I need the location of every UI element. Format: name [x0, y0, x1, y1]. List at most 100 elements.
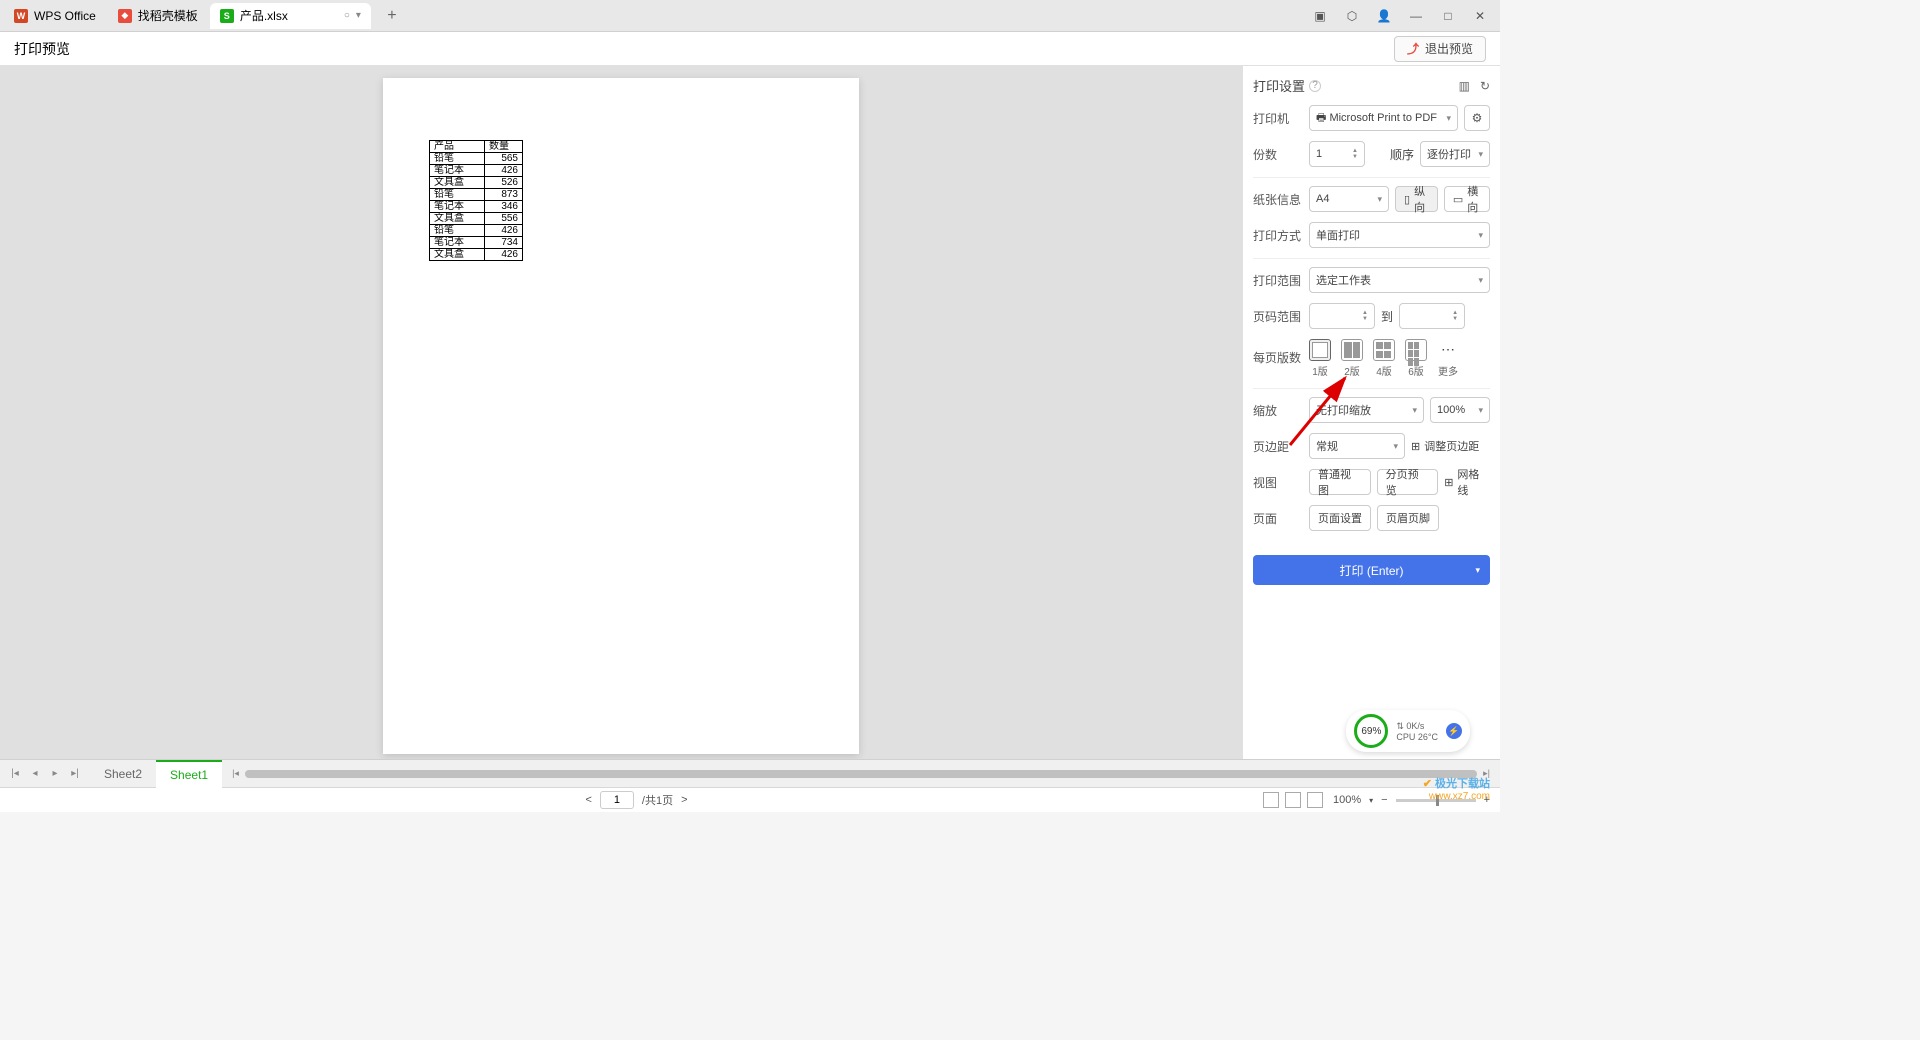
layout-1[interactable]: 1版	[1309, 339, 1331, 378]
accel-icon[interactable]: ⚡	[1446, 723, 1462, 739]
page-number-input[interactable]	[600, 791, 634, 809]
exit-preview-button[interactable]: ⤴ 退出预览	[1394, 36, 1486, 62]
sheet-tab-sheet1[interactable]: Sheet1	[156, 760, 222, 788]
table-row: 文具盒556	[430, 213, 523, 225]
maximize-button[interactable]: □	[1432, 0, 1464, 32]
table-row: 文具盒426	[430, 249, 523, 261]
layout-4[interactable]: 4版	[1373, 339, 1395, 378]
cpu-ring: 69%	[1354, 714, 1388, 748]
refresh-icon[interactable]: ↻	[1480, 79, 1490, 93]
range-label: 打印范围	[1253, 272, 1303, 289]
next-sheet-button[interactable]: ▸	[46, 765, 64, 783]
zoom-value: 100%	[1333, 794, 1361, 806]
col-header: 产品	[430, 141, 485, 153]
duplex-select[interactable]: 单面打印▾	[1309, 222, 1490, 248]
zoom-caret[interactable]: ▾	[1369, 796, 1373, 805]
header-footer-button[interactable]: 页眉页脚	[1377, 505, 1439, 531]
normal-view-button[interactable]: 普通视图	[1309, 469, 1371, 495]
to-label: 到	[1381, 308, 1393, 325]
prev-sheet-button[interactable]: ◂	[26, 765, 44, 783]
layout-more[interactable]: ⋯更多	[1437, 339, 1459, 378]
scale-percent-select[interactable]: 100%▾	[1430, 397, 1490, 423]
last-sheet-button[interactable]: ▸|	[66, 765, 84, 783]
printer-select[interactable]: 🖶 Microsoft Print to PDF▾	[1309, 105, 1458, 131]
avatar-icon[interactable]: 👤	[1368, 0, 1400, 32]
view-label: 视图	[1253, 474, 1303, 491]
help-icon[interactable]: ?	[1309, 80, 1321, 92]
paper-select[interactable]: A4▾	[1309, 186, 1389, 212]
page-label: 页面	[1253, 510, 1303, 527]
per-page-label: 每页版数	[1253, 339, 1303, 366]
margin-select[interactable]: 常规▾	[1309, 433, 1405, 459]
tab-template[interactable]: ◆ 找稻壳模板	[108, 3, 208, 29]
print-settings-panel: 打印设置 ? ▥ ↻ 打印机 🖶 Microsoft Print to PDF▾…	[1242, 66, 1500, 759]
layout-icon[interactable]: ▥	[1459, 79, 1470, 93]
horizontal-scrollbar[interactable]	[245, 770, 1477, 778]
grid-icon: ⊞	[1444, 476, 1453, 489]
watermark: ✔ 极光下载站 www.xz7.com	[1423, 775, 1490, 802]
col-header: 数量	[485, 141, 523, 153]
landscape-icon: ▭	[1453, 193, 1463, 206]
page-title: 打印预览	[14, 39, 70, 59]
tab-label: 产品.xlsx	[240, 7, 288, 24]
performance-badge[interactable]: 69% ⇅ 0K/s CPU 26°C ⚡	[1346, 710, 1470, 752]
page-from-input[interactable]: ▲▼	[1309, 303, 1375, 329]
exit-label: 退出预览	[1425, 40, 1473, 57]
adjust-margin-button[interactable]: ⊞ 调整页边距	[1411, 433, 1479, 459]
page-range-label: 页码范围	[1253, 308, 1303, 325]
table-row: 文具盒526	[430, 177, 523, 189]
view-mode-3[interactable]	[1307, 792, 1323, 808]
layout-6[interactable]: 6版	[1405, 339, 1427, 378]
landscape-button[interactable]: ▭ 横向	[1444, 186, 1490, 212]
dropdown-icon[interactable]: ▾	[356, 10, 361, 21]
order-select[interactable]: 逐份打印▾	[1420, 141, 1490, 167]
minimize-button[interactable]: —	[1400, 0, 1432, 32]
preview-area[interactable]: 产品 数量 铅笔565笔记本426文具盒526铅笔873笔记本346文具盒556…	[0, 66, 1242, 759]
cpu-temp: CPU 26°C	[1396, 732, 1438, 742]
view-mode-1[interactable]	[1263, 792, 1279, 808]
tab-file[interactable]: S 产品.xlsx ○ ▾	[210, 3, 371, 29]
prev-page-button[interactable]: <	[585, 794, 591, 806]
spreadsheet-icon: S	[220, 9, 234, 23]
portrait-button[interactable]: ▯ 纵向	[1395, 186, 1438, 212]
tab-wps-office[interactable]: W WPS Office	[4, 3, 106, 29]
range-select[interactable]: 选定工作表▾	[1309, 267, 1490, 293]
table-row: 铅笔426	[430, 225, 523, 237]
add-tab-button[interactable]: +	[379, 3, 405, 29]
table-row: 笔记本346	[430, 201, 523, 213]
page-to-input[interactable]: ▲▼	[1399, 303, 1465, 329]
tab-bar: W WPS Office ◆ 找稻壳模板 S 产品.xlsx ○ ▾ + ▣ ⬡…	[0, 0, 1500, 32]
page-setup-button[interactable]: 页面设置	[1309, 505, 1371, 531]
margin-icon: ⊞	[1411, 440, 1420, 453]
wps-icon: W	[14, 9, 28, 23]
copies-input[interactable]: 1 ▲▼	[1309, 141, 1365, 167]
net-speed: ⇅ 0K/s	[1396, 721, 1438, 732]
first-sheet-button[interactable]: |◂	[6, 765, 24, 783]
close-button[interactable]: ✕	[1464, 0, 1496, 32]
gridlines-toggle[interactable]: ⊞ 网格线	[1444, 469, 1490, 495]
printer-label: 打印机	[1253, 110, 1303, 127]
data-table: 产品 数量 铅笔565笔记本426文具盒526铅笔873笔记本346文具盒556…	[429, 140, 523, 261]
scale-label: 缩放	[1253, 402, 1303, 419]
exit-icon: ⤴	[1407, 40, 1419, 57]
template-icon: ◆	[118, 9, 132, 23]
next-page-button[interactable]: >	[681, 794, 687, 806]
printer-settings-button[interactable]: ⚙	[1464, 105, 1490, 131]
tab-label: WPS Office	[34, 9, 96, 23]
layout-2[interactable]: 2版	[1341, 339, 1363, 378]
margin-label: 页边距	[1253, 438, 1303, 455]
status-bar: < /共1页 > 100% ▾ − +	[0, 787, 1500, 812]
sheet-tab-sheet2[interactable]: Sheet2	[90, 760, 156, 788]
page-break-button[interactable]: 分页预览	[1377, 469, 1439, 495]
zoom-out-button[interactable]: −	[1381, 794, 1387, 806]
settings-title: 打印设置	[1253, 76, 1305, 95]
header: 打印预览 ⤴ 退出预览	[0, 32, 1500, 66]
view-mode-2[interactable]	[1285, 792, 1301, 808]
window-controls: ▣ ⬡ 👤 — □ ✕	[1304, 0, 1496, 32]
print-button[interactable]: 打印 (Enter)▾	[1253, 555, 1490, 585]
cube-icon[interactable]: ⬡	[1336, 0, 1368, 32]
scale-select[interactable]: 无打印缩放▾	[1309, 397, 1424, 423]
panel-icon[interactable]: ▣	[1304, 0, 1336, 32]
table-row: 铅笔873	[430, 189, 523, 201]
scroll-left-icon[interactable]: |◂	[232, 768, 239, 779]
